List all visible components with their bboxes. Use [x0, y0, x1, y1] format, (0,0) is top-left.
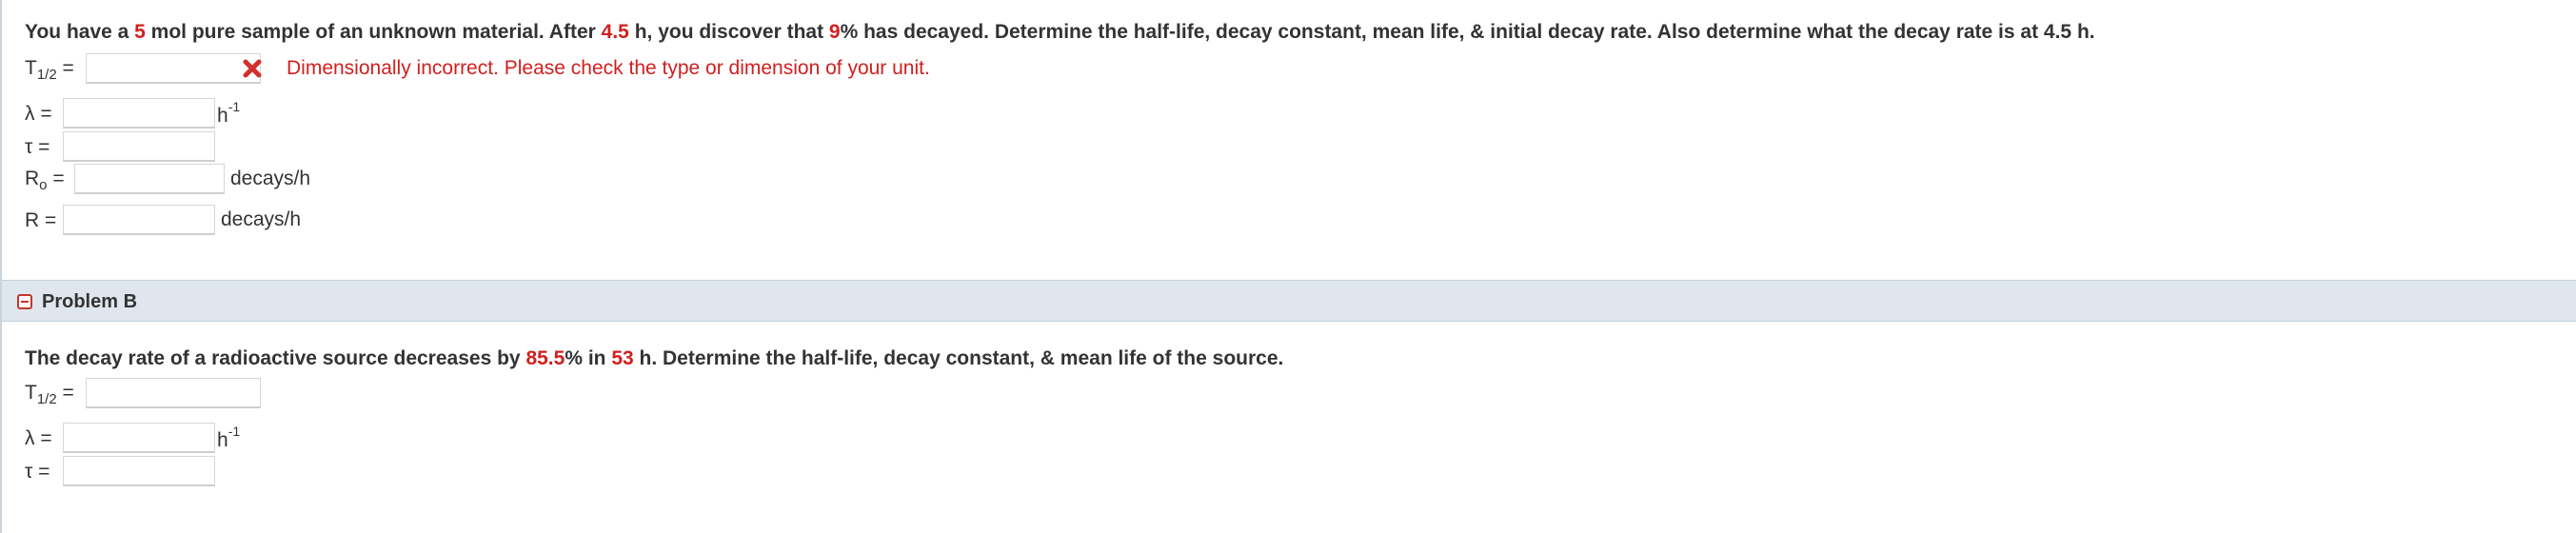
statement-text: h. Determine the half-life, decay consta…	[633, 347, 1284, 369]
problem-b-header[interactable]: Problem B	[2, 280, 2576, 322]
statement-text: % has decayed. Determine the half-life, …	[840, 21, 2095, 43]
statement-number: 53	[611, 347, 634, 369]
decay-constant-input[interactable]	[63, 98, 215, 128]
page: You have a 5 mol pure sample of an unkno…	[0, 0, 2576, 533]
half-life-row: T1/2 =	[25, 378, 406, 410]
problem-a: You have a 5 mol pure sample of an unkno…	[25, 0, 2566, 278]
rate-unit: decays/h	[221, 208, 302, 230]
half-life-label: T1/2 =	[25, 56, 74, 83]
rate-label: R =	[25, 209, 57, 231]
half-life-input[interactable]	[86, 53, 261, 84]
rate-row: R = decays/h	[25, 205, 501, 237]
problem-b-title: Problem B	[42, 291, 138, 312]
problem-b-statement: The decay rate of a radioactive source d…	[25, 347, 1283, 370]
collapse-minus-icon[interactable]	[17, 294, 32, 309]
problem-b: The decay rate of a radioactive source d…	[25, 324, 2566, 533]
mean-life-input[interactable]	[63, 131, 215, 162]
statement-text: % in	[565, 347, 612, 369]
half-life-label: T1/2 =	[25, 381, 74, 407]
statement-text: You have a	[25, 21, 135, 43]
initial-rate-label: Ro =	[25, 167, 65, 193]
decay-constant-label: λ =	[25, 427, 52, 449]
statement-number: 9	[828, 21, 841, 43]
mean-life-label: τ =	[25, 461, 50, 483]
initial-rate-input[interactable]	[74, 164, 225, 194]
half-life-row: T1/2 = Dimensionally incorrect. Please c…	[25, 53, 1167, 86]
statement-text: h, you discover that	[628, 21, 829, 43]
initial-rate-unit: decays/h	[230, 168, 311, 189]
initial-rate-row: Ro = decays/h	[25, 164, 501, 196]
statement-text: mol pure sample of an unknown material. …	[145, 21, 602, 43]
mean-life-input[interactable]	[63, 456, 215, 486]
half-life-error-message: Dimensionally incorrect. Please check th…	[287, 57, 930, 79]
statement-number: 85.5	[525, 347, 565, 369]
decay-constant-unit: h-1	[217, 99, 241, 127]
mean-life-row: τ =	[25, 456, 406, 488]
problem-a-statement: You have a 5 mol pure sample of an unkno…	[25, 21, 2095, 44]
statement-text: The decay rate of a radioactive source d…	[25, 347, 526, 369]
decay-constant-row: λ = h-1	[25, 423, 406, 455]
half-life-input[interactable]	[86, 378, 261, 408]
error-x-icon	[243, 59, 262, 78]
decay-constant-row: λ = h-1	[25, 98, 406, 130]
decay-constant-label: λ =	[25, 103, 52, 125]
mean-life-label: τ =	[25, 136, 50, 158]
decay-constant-input[interactable]	[63, 423, 215, 453]
decay-constant-unit: h-1	[217, 424, 241, 451]
statement-number: 4.5	[601, 21, 629, 43]
mean-life-row: τ =	[25, 131, 406, 164]
left-border	[0, 0, 2, 533]
rate-input[interactable]	[63, 205, 215, 235]
statement-number: 5	[134, 21, 146, 43]
